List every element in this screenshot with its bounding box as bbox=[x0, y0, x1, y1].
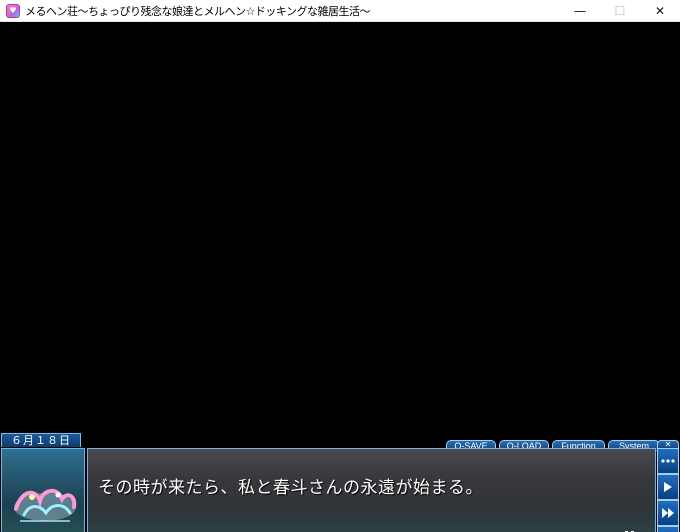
face-window bbox=[1, 448, 85, 532]
skip-button[interactable] bbox=[657, 448, 679, 474]
game-logo-icon bbox=[14, 489, 77, 522]
minimize-button[interactable]: — bbox=[560, 0, 600, 22]
app-icon: ♥ bbox=[6, 3, 20, 18]
window-title: メるヘン荘～ちょっぴり残念な娘達とメルヘン☆ドッキングな雑居生活～ bbox=[25, 4, 371, 18]
play-button[interactable] bbox=[657, 474, 679, 500]
play-icon bbox=[664, 482, 672, 492]
skip-icon bbox=[661, 459, 675, 463]
fast-forward-icon bbox=[662, 508, 674, 518]
dialogue-text: その時が来たら、私と春斗さんの永遠が始まる。 bbox=[98, 478, 483, 498]
playback-controls bbox=[657, 448, 679, 532]
maximize-button[interactable]: ☐ bbox=[600, 0, 640, 22]
window-controls: — ☐ ✕ bbox=[560, 0, 680, 22]
date-label: ６月１８日 bbox=[1, 433, 81, 447]
auto-button[interactable] bbox=[657, 500, 679, 526]
message-window[interactable]: その時が来たら、私と春斗さんの永遠が始まる。 bbox=[87, 448, 656, 532]
game-screen[interactable]: ６月１８日 Q-SAVE Q-LOAD Function System ✕ その… bbox=[0, 22, 680, 532]
window-titlebar: ♥ メるヘン荘～ちょっぴり残念な娘達とメルヘン☆ドッキングな雑居生活～ — ☐ … bbox=[0, 0, 680, 22]
backlog-button[interactable] bbox=[657, 526, 679, 532]
close-window-button[interactable]: ✕ bbox=[640, 0, 680, 22]
